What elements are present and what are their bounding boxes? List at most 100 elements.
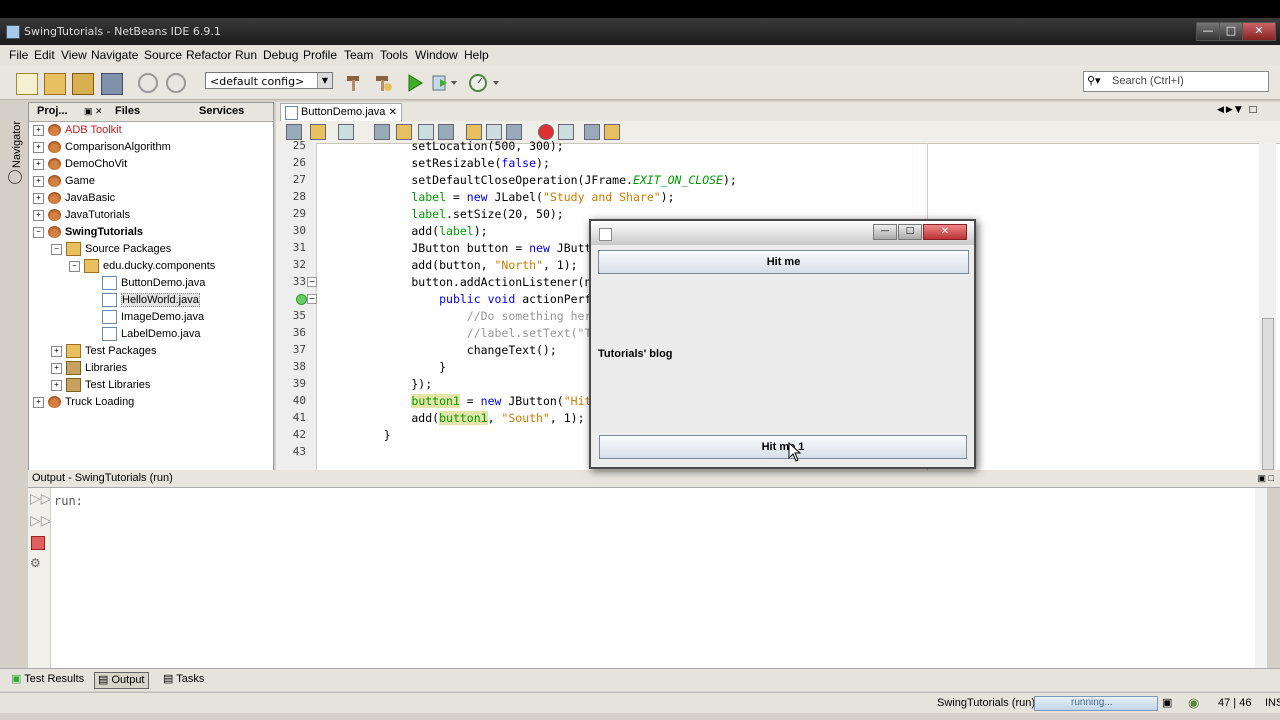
back-icon[interactable] xyxy=(286,124,302,140)
expand-icon[interactable]: + xyxy=(33,158,44,170)
rerun-icon[interactable]: ▷▷ xyxy=(30,491,52,507)
tab-scroll-icon[interactable]: ◀▶▼ □ xyxy=(1217,105,1259,115)
menu-refactor[interactable]: Refactor xyxy=(186,48,231,62)
hit-me-1-button[interactable]: Hit me 1 xyxy=(599,435,967,459)
save-all-icon[interactable] xyxy=(101,73,123,95)
code-line[interactable]: button.addActionListener(ne xyxy=(356,275,598,289)
build-hammer-icon[interactable] xyxy=(344,73,364,93)
expand-icon[interactable]: + xyxy=(51,379,62,391)
output-console[interactable]: run: xyxy=(50,488,1267,668)
code-line[interactable]: label.setSize(20, 50); xyxy=(356,207,563,221)
collapse-icon[interactable]: − xyxy=(69,260,80,272)
find-next-icon[interactable] xyxy=(418,124,434,140)
swing-minimize-button[interactable]: — xyxy=(873,224,897,240)
debug-icon[interactable] xyxy=(431,73,457,93)
tree-item[interactable]: ImageDemo.java xyxy=(87,309,204,326)
menu-profile[interactable]: Profile xyxy=(303,48,337,62)
tree-item[interactable]: + Test Libraries xyxy=(51,377,150,394)
find-prev-icon[interactable] xyxy=(396,124,412,140)
tab-files[interactable]: Files xyxy=(115,105,140,117)
cancel-task-icon[interactable]: ▣ xyxy=(1162,696,1172,709)
notification-icon[interactable]: ◉ xyxy=(1188,695,1199,711)
close-button[interactable]: ✕ xyxy=(1242,22,1276,41)
undo-icon[interactable] xyxy=(138,73,158,93)
maximize-button[interactable]: □ xyxy=(1219,22,1243,41)
code-line[interactable]: //label.setText("Tu xyxy=(356,326,599,340)
menu-help[interactable]: Help xyxy=(464,48,489,62)
toggle-bookmark-icon[interactable] xyxy=(506,124,522,140)
expand-icon[interactable]: + xyxy=(33,175,44,187)
swing-maximize-button[interactable]: □ xyxy=(898,224,922,240)
open-project-icon[interactable] xyxy=(72,73,94,95)
menu-view[interactable]: View xyxy=(61,48,87,62)
clean-build-icon[interactable] xyxy=(373,73,393,93)
tree-item[interactable]: + Truck Loading xyxy=(33,394,134,411)
fold-icon[interactable]: − xyxy=(307,294,317,304)
last-edit-icon[interactable] xyxy=(310,124,326,140)
menu-edit[interactable]: Edit xyxy=(34,48,55,62)
navigator-strip[interactable]: Navigator xyxy=(5,104,23,184)
config-select[interactable]: <default config> ▼ xyxy=(205,72,333,89)
tree-item[interactable]: + Libraries xyxy=(51,360,127,377)
settings-icon[interactable]: ⚙ xyxy=(30,556,41,570)
tree-item[interactable]: + JavaTutorials xyxy=(33,207,130,224)
menu-window[interactable]: Window xyxy=(415,48,458,62)
menu-run[interactable]: Run xyxy=(235,48,257,62)
code-line[interactable]: add(button1, "South", 1); xyxy=(356,411,585,425)
profile-icon[interactable] xyxy=(468,73,499,93)
code-line[interactable]: add(label); xyxy=(356,224,487,238)
menu-tools[interactable]: Tools xyxy=(380,48,408,62)
code-line[interactable]: public void actionPerfo xyxy=(356,292,598,306)
code-line[interactable]: setLocation(500, 300); xyxy=(356,139,563,153)
run-icon[interactable] xyxy=(405,73,425,93)
tree-item[interactable]: − SwingTutorials xyxy=(33,224,143,241)
hit-me-button[interactable]: Hit me xyxy=(598,250,969,274)
macro-stop-icon[interactable] xyxy=(558,124,574,140)
code-line[interactable]: } xyxy=(356,360,446,374)
uncomment-icon[interactable] xyxy=(604,124,620,140)
output-window-controls-icon[interactable]: ▣ □ xyxy=(1258,470,1274,487)
tree-item[interactable]: + DemoChoVit xyxy=(33,156,127,173)
redo-icon[interactable] xyxy=(166,73,186,93)
code-line[interactable]: setResizable(false); xyxy=(356,156,550,170)
toggle-highlight-icon[interactable] xyxy=(438,124,454,140)
tree-item[interactable]: LabelDemo.java xyxy=(87,326,201,343)
tab-tasks[interactable]: ▤ Tasks xyxy=(160,672,207,687)
code-line[interactable]: add(button, "North", 1); xyxy=(356,258,577,272)
override-marker-icon[interactable] xyxy=(296,294,307,305)
expand-icon[interactable]: + xyxy=(33,396,44,408)
restore-icon[interactable]: ▣ ✕ xyxy=(84,106,103,117)
tree-item[interactable]: + JavaBasic xyxy=(33,190,115,207)
code-line[interactable]: changeText(); xyxy=(356,343,557,357)
tree-item[interactable]: HelloWorld.java xyxy=(87,292,200,309)
expand-icon[interactable]: + xyxy=(51,345,62,357)
minimize-button[interactable]: — xyxy=(1196,22,1220,41)
forward-icon[interactable] xyxy=(338,124,354,140)
expand-icon[interactable]: + xyxy=(33,192,44,204)
expand-icon[interactable]: + xyxy=(33,141,44,153)
code-line[interactable]: //Do something here xyxy=(356,309,599,323)
close-tab-icon[interactable]: ✕ xyxy=(389,104,397,121)
menu-file[interactable]: File xyxy=(9,48,28,62)
search-input[interactable]: ⚲▾ Search (Ctrl+I) xyxy=(1083,71,1269,92)
collapse-icon[interactable]: − xyxy=(33,226,44,238)
collapse-icon[interactable]: − xyxy=(51,243,62,255)
macro-record-icon[interactable] xyxy=(538,124,554,140)
tree-item[interactable]: − edu.ducky.components xyxy=(69,258,215,275)
code-line[interactable]: label = new JLabel("Study and Share"); xyxy=(356,190,674,204)
tree-item[interactable]: − Source Packages xyxy=(51,241,171,258)
scroll-thumb[interactable] xyxy=(1262,318,1274,470)
comment-icon[interactable] xyxy=(584,124,600,140)
tree-item[interactable]: + Test Packages xyxy=(51,343,157,360)
find-icon[interactable] xyxy=(374,124,390,140)
editor-scrollbar[interactable] xyxy=(1259,143,1276,470)
tree-item[interactable]: ButtonDemo.java xyxy=(87,275,205,292)
tab-buttondemo[interactable]: ButtonDemo.java ✕ xyxy=(280,103,402,122)
new-file-icon[interactable] xyxy=(16,73,38,95)
code-line[interactable]: setDefaultCloseOperation(JFrame.EXIT_ON_… xyxy=(356,173,736,187)
expand-icon[interactable]: + xyxy=(33,124,44,136)
code-line[interactable]: JButton button = new JButto xyxy=(356,241,598,255)
output-scrollbar[interactable] xyxy=(1255,488,1267,668)
menu-debug[interactable]: Debug xyxy=(263,48,298,62)
swing-close-button[interactable]: ✕ xyxy=(923,224,967,240)
